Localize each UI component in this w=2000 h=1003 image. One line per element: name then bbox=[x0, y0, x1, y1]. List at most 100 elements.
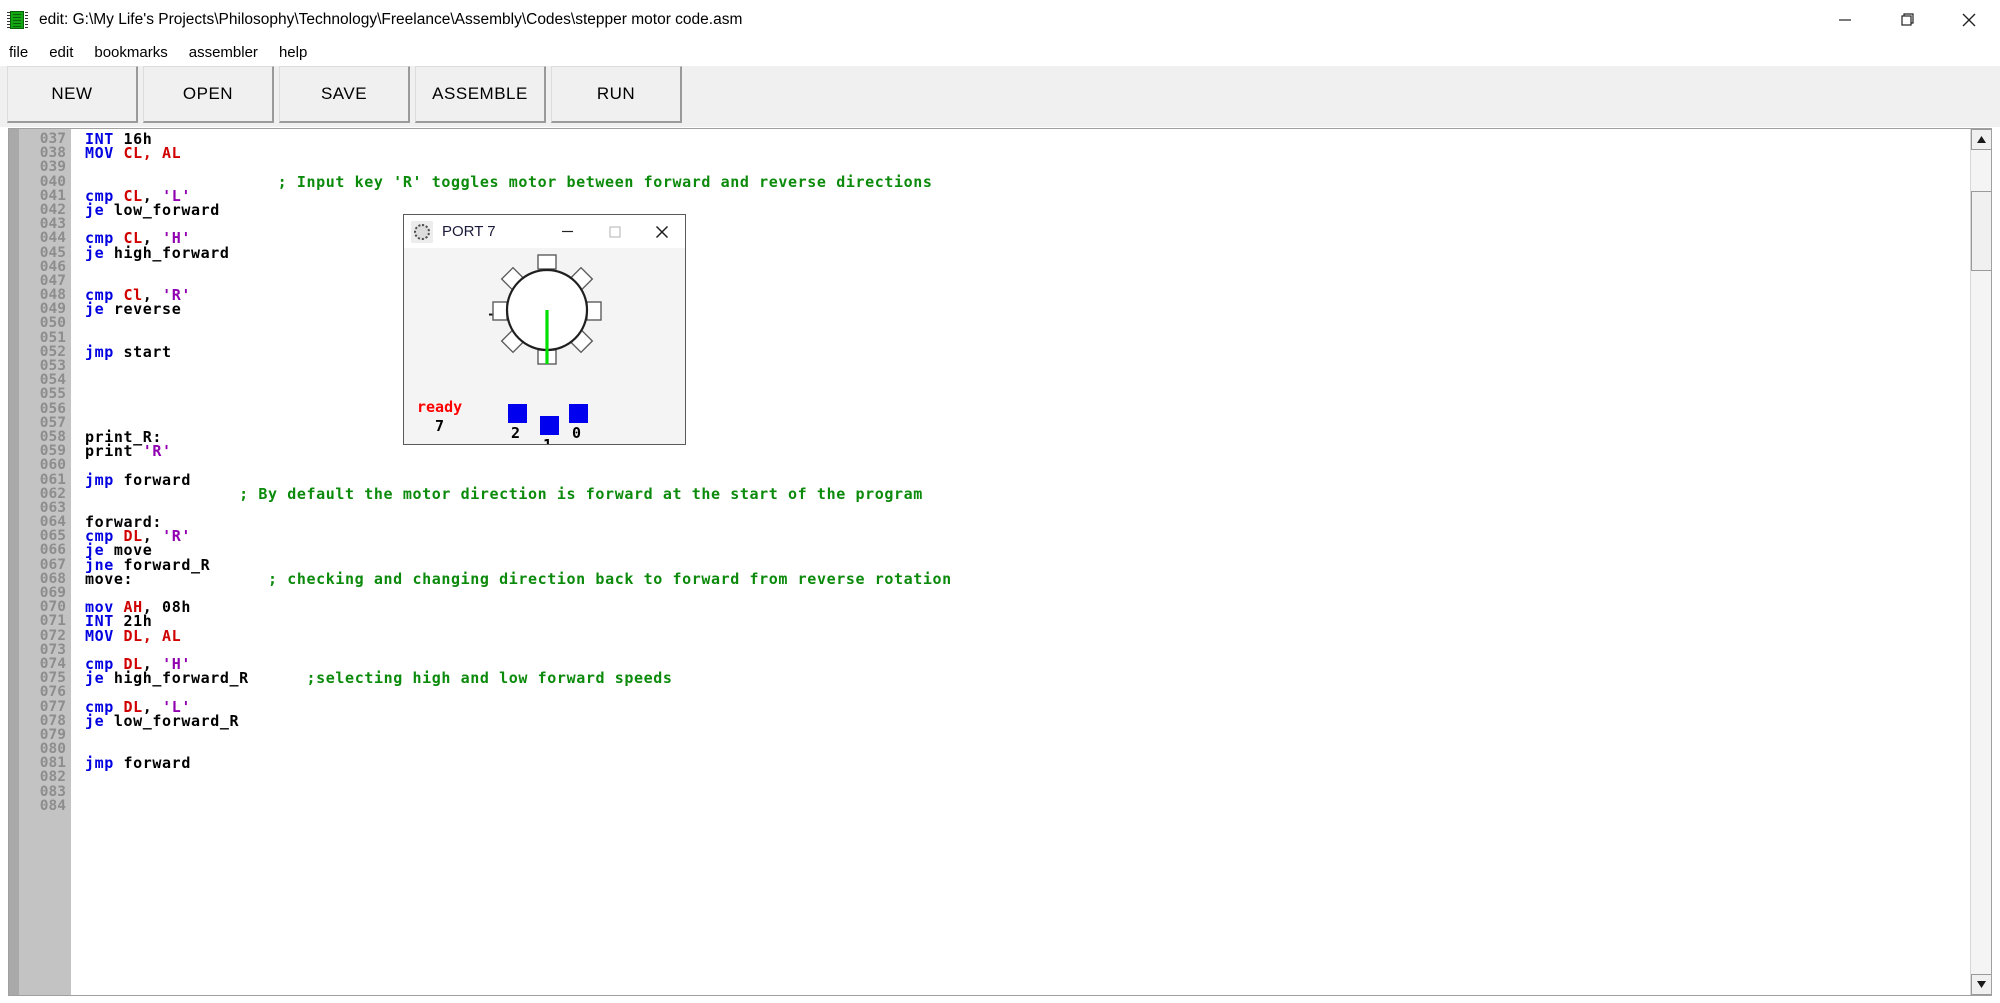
code-line[interactable]: je high_forward bbox=[85, 243, 1969, 262]
code-line[interactable] bbox=[85, 359, 1969, 373]
code-line[interactable]: jmp forward bbox=[85, 756, 1969, 771]
line-number: 076 bbox=[39, 684, 66, 701]
code-line[interactable] bbox=[85, 785, 1969, 799]
line-number: 050 bbox=[39, 315, 66, 332]
code-line[interactable] bbox=[85, 458, 1969, 472]
port7-maximize-button[interactable] bbox=[591, 215, 638, 248]
run-button[interactable]: RUN bbox=[551, 66, 682, 123]
line-number: 039 bbox=[39, 159, 66, 176]
code-line[interactable] bbox=[85, 685, 1969, 699]
code-token: high_forward_R bbox=[113, 669, 249, 688]
line-number: 071 bbox=[39, 613, 66, 630]
code-line[interactable] bbox=[85, 799, 1969, 813]
code-line[interactable] bbox=[85, 586, 1969, 600]
code-line[interactable]: mov AH, 08h bbox=[85, 600, 1969, 615]
maximize-button[interactable] bbox=[1876, 0, 1938, 39]
line-number: 074 bbox=[39, 655, 66, 672]
code-line[interactable] bbox=[85, 501, 1969, 515]
code-line[interactable] bbox=[85, 770, 1969, 784]
close-button[interactable] bbox=[1938, 0, 2000, 39]
line-number-gutter: 037 038 039 040 041 042 043 044 045 046 047 048 049 0… bbox=[19, 129, 71, 995]
line-number: 041 bbox=[39, 187, 66, 204]
maximize-icon bbox=[1901, 12, 1914, 26]
port7-close-button[interactable] bbox=[638, 215, 685, 248]
code-line[interactable]: je high_forward_R ;selecting high and lo… bbox=[85, 669, 1969, 688]
code-line[interactable] bbox=[85, 728, 1969, 742]
line-number: 065 bbox=[39, 528, 66, 545]
code-line[interactable] bbox=[85, 387, 1969, 401]
code-line[interactable] bbox=[85, 402, 1969, 416]
code-line[interactable]: cmp Cl, 'R' bbox=[85, 288, 1969, 303]
scroll-down-button[interactable] bbox=[1971, 974, 1991, 995]
code-line[interactable]: forward: bbox=[85, 515, 1969, 530]
led-label-1: 1 bbox=[543, 436, 553, 445]
port7-window-controls bbox=[544, 215, 685, 248]
code-line[interactable] bbox=[85, 742, 1969, 756]
title-bar: edit: G:\My Life's Projects\Philosophy\T… bbox=[0, 0, 2000, 39]
close-icon bbox=[1962, 13, 1976, 26]
stepper-motor-graphic bbox=[492, 254, 602, 371]
status-badge: ready bbox=[417, 398, 463, 416]
scroll-up-button[interactable] bbox=[1971, 129, 1991, 150]
code-line[interactable]: je move bbox=[85, 543, 1969, 558]
line-number: 037 bbox=[39, 131, 66, 147]
menu-item-assembler[interactable]: assembler bbox=[189, 44, 269, 61]
line-number: 067 bbox=[39, 556, 66, 573]
line-number: 040 bbox=[39, 173, 66, 190]
code-line[interactable] bbox=[85, 316, 1969, 330]
port7-minimize-button[interactable] bbox=[544, 215, 591, 248]
chip-icon bbox=[7, 9, 29, 31]
triangle-up-icon bbox=[1977, 136, 1986, 143]
assemble-button[interactable]: ASSEMBLE bbox=[415, 66, 546, 123]
code-line[interactable] bbox=[85, 217, 1969, 231]
code-line[interactable]: INT 16h bbox=[85, 132, 1969, 147]
save-button[interactable]: SAVE bbox=[279, 66, 410, 123]
code-line[interactable]: print 'R' bbox=[85, 444, 1969, 459]
code-line[interactable]: cmp CL, 'L' bbox=[85, 188, 1969, 203]
code-line[interactable]: MOV DL, AL bbox=[85, 626, 1969, 645]
code-line[interactable]: jmp start bbox=[85, 344, 1969, 359]
code-line[interactable]: ; Input key 'R' toggles motor between fo… bbox=[85, 174, 1969, 189]
code-token: reverse bbox=[113, 300, 182, 319]
code-line[interactable]: cmp CL, 'H' bbox=[85, 231, 1969, 246]
code-token: high_forward bbox=[113, 243, 230, 262]
line-number: 056 bbox=[39, 400, 66, 417]
code-line[interactable] bbox=[85, 416, 1969, 430]
new-button[interactable]: NEW bbox=[7, 66, 138, 123]
vertical-scrollbar[interactable] bbox=[1970, 129, 1991, 995]
code-line[interactable]: je reverse bbox=[85, 300, 1969, 319]
code-line[interactable] bbox=[85, 373, 1969, 387]
window-title: edit: G:\My Life's Projects\Philosophy\T… bbox=[39, 10, 743, 28]
code-line[interactable]: move: ; checking and changing direction … bbox=[85, 571, 1969, 586]
code-line[interactable]: cmp DL, 'L' bbox=[85, 699, 1969, 714]
code-line[interactable] bbox=[85, 331, 1969, 345]
code-area[interactable]: INT 16h MOV CL, AL ; Input key 'R' toggle… bbox=[71, 129, 1969, 995]
minimize-button[interactable] bbox=[1814, 0, 1876, 39]
code-line[interactable]: je low_forward_R bbox=[85, 713, 1969, 728]
port7-window[interactable]: PORT 7 – bbox=[403, 214, 686, 445]
minimize-icon bbox=[1839, 18, 1851, 21]
menu-item-file[interactable]: file bbox=[9, 44, 39, 61]
menu-item-help[interactable]: help bbox=[279, 44, 318, 61]
menu-item-bookmarks[interactable]: bookmarks bbox=[94, 44, 178, 61]
scrollbar-thumb[interactable] bbox=[1971, 191, 1991, 271]
line-number: 083 bbox=[39, 783, 66, 800]
code-line[interactable]: ; By default the motor direction is forw… bbox=[85, 486, 1969, 501]
code-line[interactable] bbox=[85, 274, 1969, 288]
code-line[interactable]: cmp DL, 'R' bbox=[85, 529, 1969, 544]
menu-item-edit[interactable]: edit bbox=[49, 44, 84, 61]
code-line[interactable]: print_R: bbox=[85, 429, 1969, 444]
code-line[interactable]: INT 21h bbox=[85, 614, 1969, 629]
line-number: 077 bbox=[39, 698, 66, 715]
code-line[interactable] bbox=[85, 260, 1969, 274]
code-line[interactable]: MOV CL, AL bbox=[85, 146, 1969, 161]
line-number: 068 bbox=[39, 570, 66, 587]
minimize-icon bbox=[562, 230, 573, 233]
open-button[interactable]: OPEN bbox=[143, 66, 274, 123]
code-line[interactable] bbox=[85, 643, 1969, 657]
code-editor[interactable]: 037 038 039 040 041 042 043 044 045 046 047 048 049 0… bbox=[8, 128, 1992, 996]
code-line[interactable]: je low_forward bbox=[85, 200, 1969, 219]
code-token: low_forward bbox=[113, 200, 220, 219]
line-number: 063 bbox=[39, 499, 66, 516]
code-token: DL, AL bbox=[123, 626, 182, 645]
